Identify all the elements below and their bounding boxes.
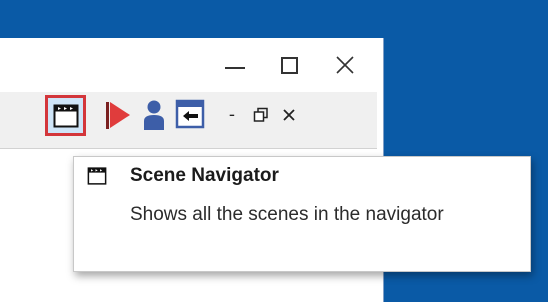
maximize-button[interactable] bbox=[262, 38, 316, 92]
tooltip: Scene Navigator Shows all the scenes in … bbox=[73, 156, 531, 272]
person-button[interactable] bbox=[142, 99, 166, 131]
tooltip-description: Shows all the scenes in the navigator bbox=[130, 204, 444, 225]
panel-restore-button[interactable] bbox=[250, 102, 272, 128]
restore-icon bbox=[253, 107, 268, 122]
close-icon bbox=[336, 56, 354, 74]
close-button[interactable] bbox=[318, 38, 372, 92]
dash-icon: - bbox=[228, 104, 236, 125]
play-flag-icon bbox=[106, 102, 130, 129]
minimize-button[interactable] bbox=[208, 38, 262, 92]
play-button[interactable] bbox=[104, 100, 132, 130]
tooltip-title: Scene Navigator bbox=[130, 165, 279, 186]
maximize-icon bbox=[280, 56, 298, 74]
panel-close-button[interactable] bbox=[278, 102, 300, 128]
panel-minimize-button[interactable]: - bbox=[222, 102, 242, 128]
dock-arrow-icon bbox=[175, 99, 205, 129]
person-icon bbox=[144, 100, 164, 130]
toolbar: - bbox=[0, 92, 377, 149]
title-bar bbox=[0, 38, 383, 92]
clapperboard-icon bbox=[87, 167, 107, 185]
close-icon bbox=[283, 109, 295, 121]
scene-navigator-button[interactable] bbox=[45, 95, 86, 136]
dock-panel-button[interactable] bbox=[174, 98, 206, 130]
minimize-icon bbox=[225, 67, 245, 69]
clapperboard-icon bbox=[53, 104, 78, 127]
